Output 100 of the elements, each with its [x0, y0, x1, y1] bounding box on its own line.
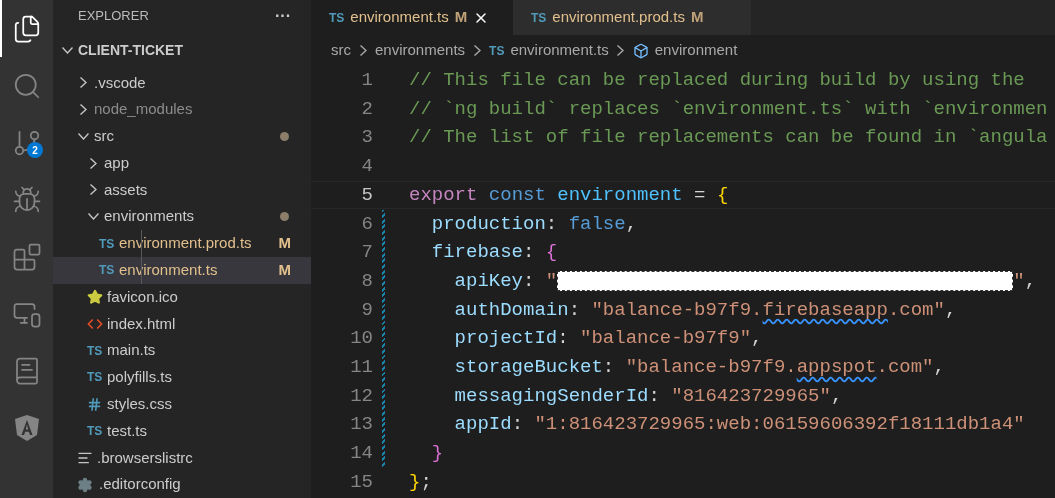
chevron-right-icon — [79, 77, 87, 89]
git-status-label: M — [278, 233, 291, 254]
folder-row[interactable]: environments — [53, 203, 311, 231]
line-number: 1 — [360, 68, 373, 94]
code-token: storageBucket — [453, 354, 603, 380]
chevron-right-icon — [473, 45, 481, 56]
file-type-tag: TS — [99, 237, 119, 250]
file-name: .browserslistrc — [97, 447, 193, 468]
code-token: : — [545, 211, 559, 237]
git-status-label: M — [690, 7, 704, 28]
code-token: // `ng build` replaces `environment.ts` with `environmen — [409, 96, 1048, 122]
file-row[interactable]: TS environment.prod.ts M — [53, 230, 311, 257]
code-token: , — [944, 297, 957, 323]
line-number: 11 — [349, 354, 373, 380]
git-status-label: M — [278, 260, 291, 281]
line-number: 14 — [349, 441, 373, 467]
folder-row[interactable]: assets — [53, 176, 311, 204]
code-token: messagingSenderId — [453, 383, 649, 409]
chevron-right-icon — [359, 45, 367, 56]
folder-row[interactable]: src — [53, 123, 311, 150]
editor-tab[interactable]: TS environment.prod.ts M — [513, 0, 751, 35]
file-name: styles.css — [107, 393, 172, 414]
breadcrumb-item[interactable]: src — [331, 39, 351, 62]
shield-icon[interactable] — [13, 413, 40, 442]
code-token: " — [545, 268, 558, 294]
code-token: " — [1013, 268, 1025, 294]
breadcrumb-item[interactable]: environment — [654, 39, 738, 62]
code-token: : — [568, 297, 582, 323]
line-number: 15 — [349, 469, 373, 495]
code-token: appspot — [796, 354, 877, 380]
line-number: 8 — [360, 268, 373, 294]
code-token: , — [830, 383, 843, 409]
file-type-tag: TS — [87, 344, 107, 357]
code-token: .com" — [887, 297, 945, 323]
code-token: = — [693, 182, 707, 208]
code-token: appId — [453, 412, 512, 438]
breadcrumb-item[interactable]: environments — [375, 39, 466, 62]
file-name: index.html — [107, 313, 176, 334]
code-token: { — [545, 240, 558, 266]
file-type-tag: TS — [329, 8, 345, 27]
bug-icon[interactable] — [11, 184, 42, 215]
code-token: export — [409, 182, 478, 208]
line-number: 3 — [360, 125, 373, 151]
git-status-label: M — [454, 7, 468, 28]
file-row[interactable]: index.html — [53, 310, 311, 338]
file-name: app — [104, 152, 130, 173]
code-token: firebase — [430, 240, 524, 266]
line-number: 10 — [349, 326, 373, 352]
folder-row[interactable]: app — [53, 149, 311, 177]
file-row[interactable]: .browserslistrc — [53, 444, 311, 472]
project-name: CLIENT-TICKET — [78, 41, 183, 61]
project-header[interactable]: CLIENT-TICKET — [53, 32, 311, 70]
extensions-icon[interactable] — [11, 241, 42, 272]
gear-icon — [77, 476, 93, 493]
code-token: } — [430, 441, 444, 467]
file-row[interactable]: styles.css — [53, 390, 311, 418]
chevron-right-icon — [89, 184, 97, 196]
file-name: assets — [104, 179, 148, 200]
code-token: .com" — [876, 354, 934, 380]
file-row[interactable]: TS polyfills.ts — [53, 364, 311, 391]
line-number: 13 — [349, 412, 373, 438]
chevron-right-icon — [79, 104, 87, 116]
file-name: environment.ts — [119, 260, 218, 281]
code-token: , — [1024, 268, 1037, 294]
symbol-icon — [632, 42, 649, 59]
notification-badge: 2 — [27, 142, 43, 158]
file-name: test.ts — [107, 420, 147, 441]
line-number: 6 — [360, 211, 373, 237]
file-name: polyfills.ts — [107, 367, 173, 388]
breadcrumb-item[interactable]: environment.ts — [510, 39, 609, 62]
code-token: firebaseapp — [762, 297, 888, 323]
code-token: : — [648, 383, 661, 409]
file-type-tag: TS — [87, 371, 107, 384]
code-token: apiKey — [453, 268, 524, 294]
folder-row[interactable]: .vscode — [53, 69, 311, 97]
tab-label: environment.ts — [350, 7, 449, 28]
file-name: favicon.ico — [107, 286, 178, 307]
folder-row[interactable]: node_modules — [53, 96, 311, 123]
file-type-tag: TS — [87, 424, 107, 437]
code-token: } — [409, 469, 421, 495]
file-name: environment.prod.ts — [119, 233, 252, 254]
code-token: , — [625, 211, 638, 237]
file-row[interactable]: TS test.ts — [53, 417, 311, 445]
file-row[interactable]: TS main.ts — [53, 337, 311, 364]
code-token: ; — [420, 469, 432, 495]
line-number: 12 — [349, 383, 373, 409]
more-actions-button[interactable]: ··· — [275, 4, 291, 29]
hash-icon — [87, 396, 102, 412]
chevron-down-icon — [77, 132, 89, 140]
panel-title: EXPLORER — [78, 7, 149, 26]
file-name: main.ts — [107, 340, 156, 361]
editor-tab[interactable]: TS environment.ts M — [311, 0, 513, 35]
code-token: "balance-b97f9. — [591, 297, 763, 323]
file-row[interactable]: favicon.ico — [53, 283, 311, 311]
code-token: "balance-b97f9. — [625, 354, 797, 380]
file-row[interactable]: .editorconfig — [53, 471, 311, 498]
code-token: : — [602, 354, 616, 380]
file-name: .editorconfig — [99, 474, 181, 495]
file-row[interactable]: TS environment.ts M — [53, 256, 311, 284]
code-token: projectId — [453, 326, 558, 352]
